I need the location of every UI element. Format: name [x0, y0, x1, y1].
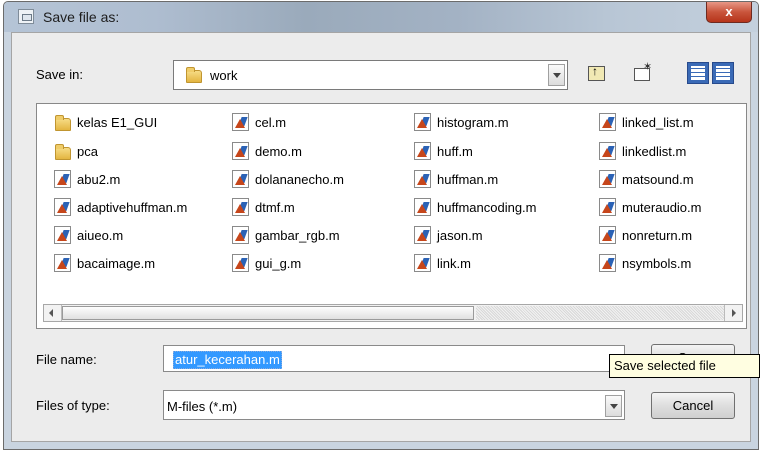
new-folder-icon	[634, 60, 652, 81]
dialog-title: Save file as:	[43, 9, 120, 25]
save-in-value: work	[210, 68, 238, 83]
chevron-down-icon[interactable]	[548, 64, 565, 86]
file-name-label: File name:	[36, 352, 97, 367]
matlab-file-icon	[414, 142, 431, 160]
file-list[interactable]: kelas E1_GUI pca abu2.m adaptivehuffman.…	[36, 103, 747, 329]
matlab-file-icon	[599, 198, 616, 216]
matlab-file-icon	[54, 170, 71, 188]
save-in-label: Save in:	[36, 67, 83, 82]
file-name-input[interactable]: atur_kecerahan.m	[163, 345, 625, 372]
save-tooltip: Save selected file	[609, 354, 760, 378]
matlab-file-icon	[232, 254, 249, 272]
matlab-file-icon	[414, 226, 431, 244]
list-view-button[interactable]	[687, 62, 709, 84]
matlab-file-icon	[232, 198, 249, 216]
cancel-button[interactable]: Cancel	[651, 392, 735, 419]
up-one-level-icon	[588, 64, 605, 81]
matlab-file-icon	[232, 142, 249, 160]
matlab-file-icon	[414, 198, 431, 216]
file-type-label: Files of type:	[36, 398, 110, 413]
scroll-left-icon[interactable]	[44, 305, 62, 321]
file-type-dropdown[interactable]: M-files (*.m)	[163, 390, 625, 420]
cancel-button-label: Cancel	[672, 398, 714, 413]
matlab-file-icon	[414, 170, 431, 188]
matlab-file-icon	[232, 113, 249, 131]
list-view-icon	[691, 66, 705, 80]
details-view-icon	[716, 66, 730, 80]
matlab-file-icon	[54, 226, 71, 244]
title-bar[interactable]: Save file as: x	[4, 2, 758, 32]
app-icon	[18, 9, 34, 24]
scroll-right-icon[interactable]	[724, 305, 742, 321]
scrollbar-thumb[interactable]	[62, 306, 474, 320]
matlab-file-icon	[599, 170, 616, 188]
horizontal-scrollbar[interactable]	[43, 304, 743, 322]
dialog-body: Save in: work kelas E1_GUI pca abu2.m ad…	[11, 32, 751, 442]
up-one-level-button[interactable]	[585, 62, 609, 86]
matlab-file-icon	[599, 254, 616, 272]
folder-icon	[186, 67, 202, 83]
matlab-file-icon	[232, 170, 249, 188]
save-in-dropdown[interactable]: work	[173, 60, 568, 90]
matlab-file-icon	[232, 226, 249, 244]
matlab-file-icon	[54, 254, 71, 272]
folder-icon	[55, 144, 71, 160]
scrollbar-track[interactable]	[476, 306, 724, 320]
file-type-value: M-files (*.m)	[167, 399, 238, 414]
folder-icon	[55, 115, 71, 131]
matlab-file-icon	[599, 142, 616, 160]
matlab-file-icon	[599, 226, 616, 244]
matlab-file-icon	[599, 113, 616, 131]
save-dialog: Save file as: x Save in: work kelas E1_G…	[3, 1, 759, 450]
matlab-file-icon	[414, 113, 431, 131]
matlab-file-icon	[54, 198, 71, 216]
matlab-file-icon	[414, 254, 431, 272]
file-name-value: atur_kecerahan.m	[173, 351, 282, 369]
new-folder-button[interactable]	[631, 60, 655, 86]
close-button[interactable]: x	[706, 2, 752, 23]
chevron-down-icon[interactable]	[605, 395, 622, 417]
details-view-button[interactable]	[712, 62, 734, 84]
